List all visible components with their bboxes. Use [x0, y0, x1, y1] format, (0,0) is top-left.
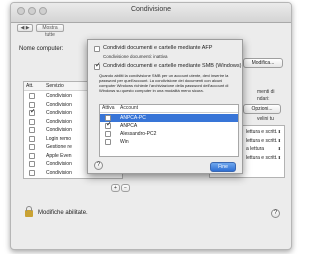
permission-value: lettura e scritt.	[246, 154, 278, 161]
afp-status: Condivisione documenti: inattiva	[103, 54, 168, 59]
window-title: Condivisione	[130, 6, 172, 13]
accounts-table[interactable]: Attiva Account ANPCA-PC ✓ ANPCA Alessandro-…	[99, 104, 239, 157]
service-checkbox[interactable]	[29, 152, 35, 159]
permission-stepper-icon[interactable]: ⬍	[278, 137, 281, 145]
service-checkbox[interactable]	[29, 118, 35, 125]
service-checkbox[interactable]	[29, 169, 35, 176]
service-checkbox[interactable]	[29, 101, 35, 108]
main-help-button[interactable]: ?	[271, 209, 280, 218]
accounts-header-on: Attiva	[102, 105, 115, 111]
show-all-button[interactable]: Mostra tutte	[36, 24, 64, 38]
service-name: Condivision	[46, 101, 72, 108]
permission-value: lettura e scritt.	[246, 137, 278, 144]
right-description-snippet-1: menti di	[257, 89, 275, 95]
account-name: ANPCA-PC	[120, 115, 146, 121]
service-checkbox[interactable]: ✓	[29, 109, 36, 116]
sheet-help-button[interactable]: ?	[94, 161, 103, 170]
smb-description: Quando abiliti la condivisione SMB per u…	[99, 73, 229, 93]
account-row[interactable]: ✓ ANPCA	[100, 121, 238, 130]
preferences-window: Condivisione ◀ ▶ Mostra tutte Nome compu…	[10, 2, 292, 250]
service-name: Condivision	[46, 93, 72, 99]
account-checkbox[interactable]	[105, 131, 111, 137]
service-name: Condivision	[46, 118, 72, 125]
lock-icon[interactable]	[25, 206, 33, 217]
lock-status-label: Modifiche abilitate.	[38, 210, 88, 216]
add-service-button[interactable]: +	[111, 184, 120, 192]
smb-checkbox[interactable]: ✓	[94, 62, 101, 70]
permission-value: lettura e scritt.	[246, 129, 278, 135]
service-checkbox[interactable]	[29, 127, 35, 133]
account-name: Win	[120, 139, 129, 145]
permission-stepper-icon[interactable]: ⬍	[278, 128, 281, 136]
service-name: Condivision	[46, 161, 72, 167]
right-description-snippet-2: ndari:	[257, 96, 270, 102]
service-name: Condivision	[46, 110, 72, 116]
edit-computer-name-button[interactable]: Modifica...	[243, 58, 283, 68]
account-name: Alessandro-PC2	[120, 131, 157, 137]
title-bar: Condivisione	[11, 3, 291, 23]
done-button[interactable]: Fine	[210, 162, 236, 172]
service-name: Gestione re	[46, 144, 72, 150]
service-checkbox[interactable]	[29, 161, 35, 167]
permission-stepper-icon[interactable]: ⬍	[278, 154, 281, 162]
account-row[interactable]: Alessandro-PC2	[100, 130, 238, 138]
remove-service-button[interactable]: −	[121, 184, 130, 192]
service-name: Apple Even	[46, 152, 72, 159]
services-header-name: Servizio	[46, 83, 64, 89]
permission-stepper-icon[interactable]: ⬍	[278, 145, 281, 153]
computer-name-label: Nome computer:	[19, 46, 64, 52]
service-name: Login remo	[46, 135, 72, 142]
file-sharing-options-sheet: Condividi documenti e cartelle mediante …	[87, 39, 243, 174]
afp-label: Condividi documenti e cartelle mediante …	[103, 45, 213, 51]
account-checkbox[interactable]	[105, 139, 111, 145]
account-name: ANPCA	[120, 123, 138, 129]
right-description-snippet-3: velini tu	[257, 116, 274, 122]
back-forward-button[interactable]: ◀ ▶	[17, 24, 33, 32]
service-checkbox[interactable]	[29, 93, 35, 99]
service-name: Condivision	[46, 169, 72, 176]
service-checkbox[interactable]	[29, 144, 35, 150]
afp-checkbox[interactable]	[94, 46, 100, 52]
accounts-header-account: Account	[120, 105, 139, 111]
options-button[interactable]: Opzioni...	[243, 104, 281, 114]
smb-label: Condividi documenti e cartelle mediante …	[103, 63, 242, 69]
account-row[interactable]: ANPCA-PC	[100, 114, 238, 122]
service-name: Condivision	[46, 127, 72, 133]
service-checkbox[interactable]	[29, 135, 35, 142]
permission-value: a lettura	[246, 146, 265, 152]
account-row[interactable]: Win	[100, 138, 238, 146]
account-checkbox[interactable]: ✓	[105, 121, 112, 129]
services-header-on: Att.	[26, 83, 34, 89]
